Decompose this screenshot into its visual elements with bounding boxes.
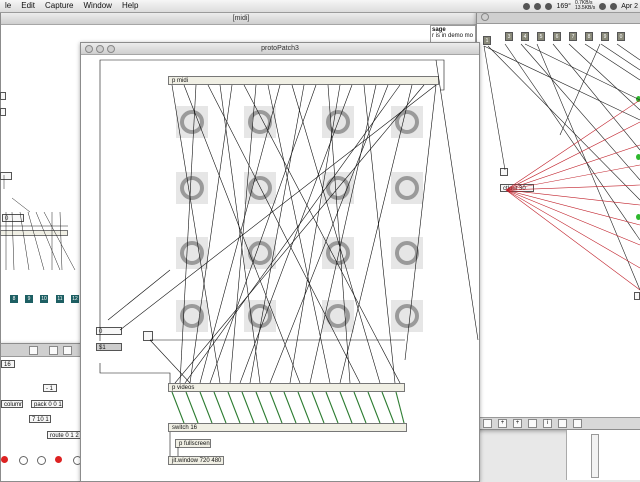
status-icon[interactable]: [534, 2, 542, 10]
temperature-readout: 169°: [556, 2, 571, 10]
status-icon[interactable]: [523, 2, 531, 10]
menu-help[interactable]: Help: [117, 0, 143, 12]
vertical-scrollbar[interactable]: [591, 434, 599, 478]
volume-icon[interactable]: [610, 2, 618, 10]
menu-edit[interactable]: Edit: [16, 0, 40, 12]
network-readout: 0.7KB/s 13.5KB/s: [575, 1, 595, 11]
menubar: le Edit Capture Window Help 169° 0.7KB/s…: [0, 0, 640, 13]
status-icon[interactable]: [545, 2, 553, 10]
clock[interactable]: Apr 2: [621, 3, 638, 10]
net-down: 13.5KB/s: [574, 5, 596, 11]
status-area: 169° 0.7KB/s 13.5KB/s Apr 2: [523, 1, 640, 11]
wifi-icon[interactable]: [599, 2, 607, 10]
menu-app[interactable]: le: [0, 0, 16, 12]
protopatch-wires: [99, 59, 479, 456]
menu-capture[interactable]: Capture: [40, 0, 78, 12]
bottom-right-panel: [566, 430, 640, 480]
menu-window[interactable]: Window: [79, 0, 117, 12]
